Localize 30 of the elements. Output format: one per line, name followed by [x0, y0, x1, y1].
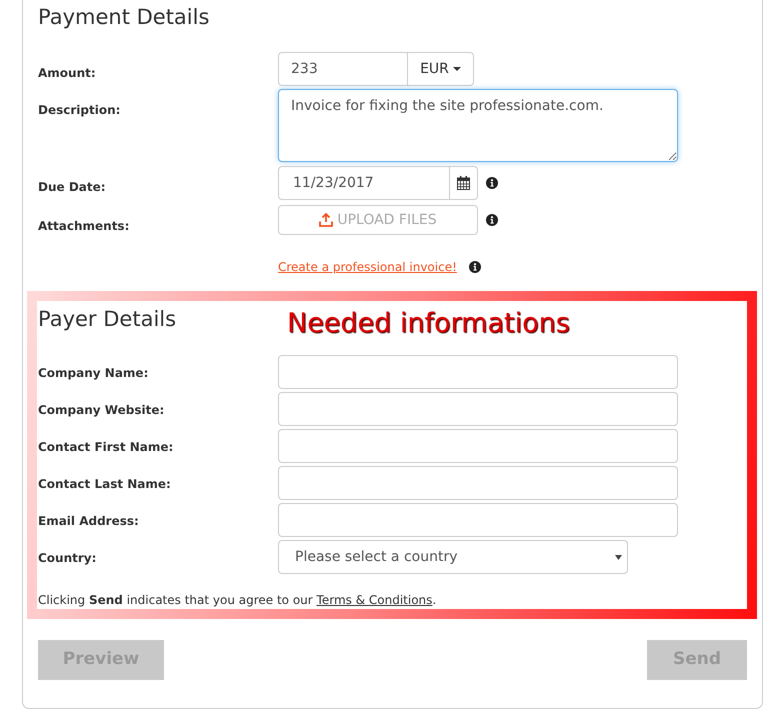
field-label: Country: [38, 551, 96, 565]
field-label: Attachments: [38, 219, 130, 233]
text-input[interactable] [278, 466, 678, 500]
text-input[interactable] [278, 503, 678, 537]
field-label: Contact Last Name: [38, 477, 171, 491]
text-input[interactable] [278, 355, 678, 389]
section-title: Payment Details [38, 4, 210, 31]
amount-input[interactable]: 233 [278, 52, 408, 86]
field-label: Contact First Name: [38, 440, 174, 454]
field-label: Company Name: [38, 366, 148, 380]
calendar-icon [457, 176, 470, 190]
currency-dropdown-button[interactable]: EUR [408, 52, 474, 86]
date-input[interactable]: 11/23/2017 [278, 166, 450, 200]
field-label: Description: [38, 103, 120, 117]
upload-icon [319, 213, 334, 227]
field-label: Company Website: [38, 403, 164, 417]
annotation-text: Needed informations [287, 308, 570, 340]
caret-icon [452, 67, 461, 71]
text-input[interactable] [278, 429, 678, 463]
field-label: Email Address: [38, 514, 139, 528]
country-select[interactable]: Please select a country [278, 540, 628, 574]
field-label: Amount: [38, 66, 96, 80]
description-textarea[interactable]: Invoice for fixing the site professionate.com. [278, 89, 678, 162]
calendar-button[interactable] [450, 166, 478, 200]
terms-link[interactable]: Terms & Conditions [316, 593, 432, 607]
terms-notice: Clicking Send indicates that you agree to our Terms & Conditions. [38, 592, 438, 609]
text-input[interactable] [278, 392, 678, 426]
dropdown-arrow-icon [615, 554, 622, 560]
section-title: Payer Details [38, 306, 178, 333]
field-label: Due Date: [38, 180, 106, 194]
